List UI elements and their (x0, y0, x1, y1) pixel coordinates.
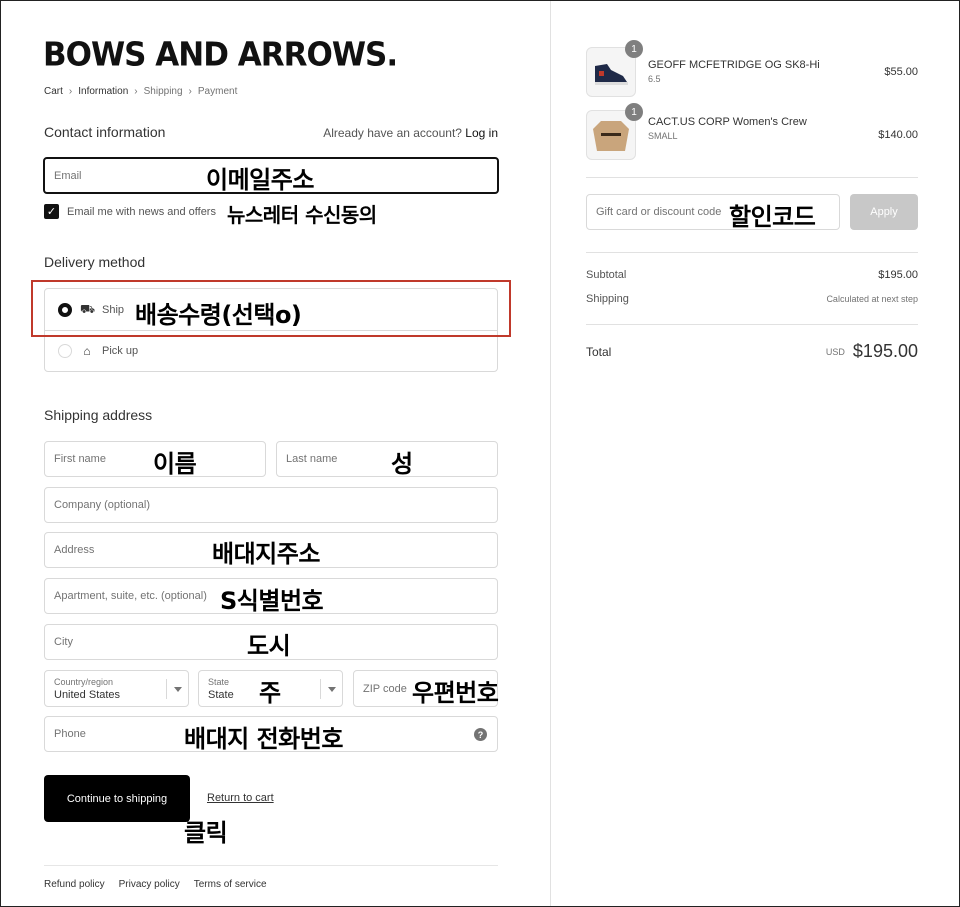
shipping-label: Shipping (586, 293, 629, 305)
item-variant: SMALL (648, 131, 678, 141)
email-placeholder: Email (54, 169, 82, 182)
country-select[interactable]: Country/region United States (44, 670, 189, 707)
quantity-badge: 1 (625, 103, 643, 121)
zip-annotation: 우편번호 (412, 679, 499, 707)
contact-title: Contact information (44, 124, 166, 140)
address-placeholder: Address (54, 544, 95, 556)
company-placeholder: Company (optional) (54, 499, 150, 511)
city-annotation: 도시 (247, 632, 291, 660)
chevron-right-icon: › (68, 86, 73, 97)
chevron-right-icon: › (188, 86, 192, 97)
state-label: State (208, 676, 230, 687)
newsletter-label: Email me with news and offers (67, 205, 216, 218)
apartment-placeholder: Apartment, suite, etc. (optional) (54, 590, 207, 602)
delivery-title: Delivery method (44, 254, 146, 270)
continue-annotation: 클릭 (184, 819, 228, 847)
last-name-annotation: 성 (391, 450, 413, 478)
discount-placeholder: Gift card or discount code (596, 206, 722, 218)
last-name-placeholder: Last name (286, 453, 338, 465)
apartment-annotation: S식별번호 (220, 587, 324, 615)
refund-policy-link[interactable]: Refund policy (44, 879, 105, 890)
apply-discount-button[interactable]: Apply (850, 194, 918, 230)
shipping-address-title: Shipping address (44, 407, 153, 423)
checkout-main: BOWS AND ARROWS. Cart › Information › Sh… (1, 1, 550, 906)
summary-item: 1 CACT.US CORP Women's Crew SMALL $140.0… (586, 103, 918, 162)
footer-links: Refund policy Privacy policy Terms of se… (44, 879, 267, 890)
chevron-down-icon (166, 679, 188, 699)
order-summary: 1 GEOFF MCFETRIDGE OG SK8-Hi 6.5 $55.00 … (550, 1, 959, 906)
subtotal-label: Subtotal (586, 269, 627, 281)
item-price: $140.00 (878, 129, 918, 141)
product-thumbnail: 1 (586, 40, 643, 97)
first-name-placeholder: First name (54, 453, 106, 465)
newsletter-checkbox[interactable]: ✓ (44, 204, 59, 219)
country-label: Country/region (54, 676, 114, 687)
city-placeholder: City (54, 636, 73, 648)
shipping-row: Shipping Calculated at next step (586, 293, 918, 305)
summary-divider (586, 252, 918, 253)
zip-placeholder: ZIP code (363, 682, 407, 695)
shipping-value: Calculated at next step (826, 294, 918, 304)
currency-code: USD (825, 346, 845, 357)
item-variant: 6.5 (648, 74, 661, 84)
help-icon[interactable]: ? (474, 728, 487, 741)
footer-divider (44, 865, 498, 866)
product-thumbnail: 1 (586, 103, 643, 160)
address-annotation: 배대지주소 (212, 540, 320, 568)
first-name-annotation: 이름 (153, 450, 197, 478)
newsletter-annotation: 뉴스레터 수신동의 (227, 203, 377, 227)
login-link[interactable]: Log in (465, 126, 498, 140)
state-annotation: 주 (259, 679, 281, 707)
return-to-cart-link[interactable]: Return to cart (207, 792, 274, 804)
breadcrumb: Cart › Information › Shipping › Payment (44, 86, 237, 97)
total-amount: USD $195.00 (826, 341, 918, 362)
pickup-radio[interactable] (58, 344, 72, 358)
state-value: State (208, 688, 234, 701)
ship-annotation: 배송수령(선택o) (135, 301, 302, 329)
total-label: Total (586, 344, 612, 359)
phone-annotation: 배대지 전화번호 (184, 725, 343, 753)
chevron-right-icon: › (134, 86, 138, 97)
brand-logo[interactable]: BOWS AND ARROWS. (43, 36, 398, 74)
country-select-content: Country/region United States (54, 676, 120, 702)
chevron-down-icon (320, 679, 342, 699)
company-input[interactable]: Company (optional) (44, 487, 498, 523)
summary-divider (586, 324, 918, 325)
delivery-option-pickup[interactable]: ⌂ Pick up (58, 344, 138, 358)
last-name-input[interactable]: Last name (276, 441, 498, 477)
item-name: GEOFF MCFETRIDGE OG SK8-Hi (648, 59, 820, 71)
breadcrumb-payment: Payment (197, 86, 238, 97)
account-prompt-text: Already have an account? (323, 126, 462, 140)
total-value: $195.00 (852, 341, 918, 361)
item-name: CACT.US CORP Women's Crew (648, 116, 807, 128)
continue-to-shipping-button[interactable]: Continue to shipping (44, 775, 190, 822)
subtotal-value: $195.00 (878, 269, 918, 281)
total-row: Total USD $195.00 (586, 341, 918, 362)
terms-of-service-link[interactable]: Terms of service (194, 879, 267, 890)
summary-divider (586, 177, 918, 178)
privacy-policy-link[interactable]: Privacy policy (119, 879, 180, 890)
subtotal-row: Subtotal $195.00 (586, 269, 918, 281)
item-price: $55.00 (884, 66, 918, 78)
breadcrumb-cart[interactable]: Cart (44, 86, 63, 97)
phone-placeholder: Phone (54, 728, 86, 740)
summary-item: 1 GEOFF MCFETRIDGE OG SK8-Hi 6.5 $55.00 (586, 40, 918, 99)
account-prompt: Already have an account? Log in (323, 126, 498, 140)
breadcrumb-information: Information (78, 86, 129, 97)
newsletter-row[interactable]: ✓ Email me with news and offers (44, 204, 216, 219)
state-select-content: State State (208, 676, 234, 702)
breadcrumb-shipping: Shipping (143, 86, 183, 97)
country-value: United States (54, 688, 121, 701)
store-icon: ⌂ (83, 344, 91, 358)
email-annotation: 이메일주소 (206, 166, 314, 194)
quantity-badge: 1 (625, 40, 643, 58)
discount-annotation: 할인코드 (729, 203, 816, 231)
pickup-label: Pick up (102, 345, 139, 357)
